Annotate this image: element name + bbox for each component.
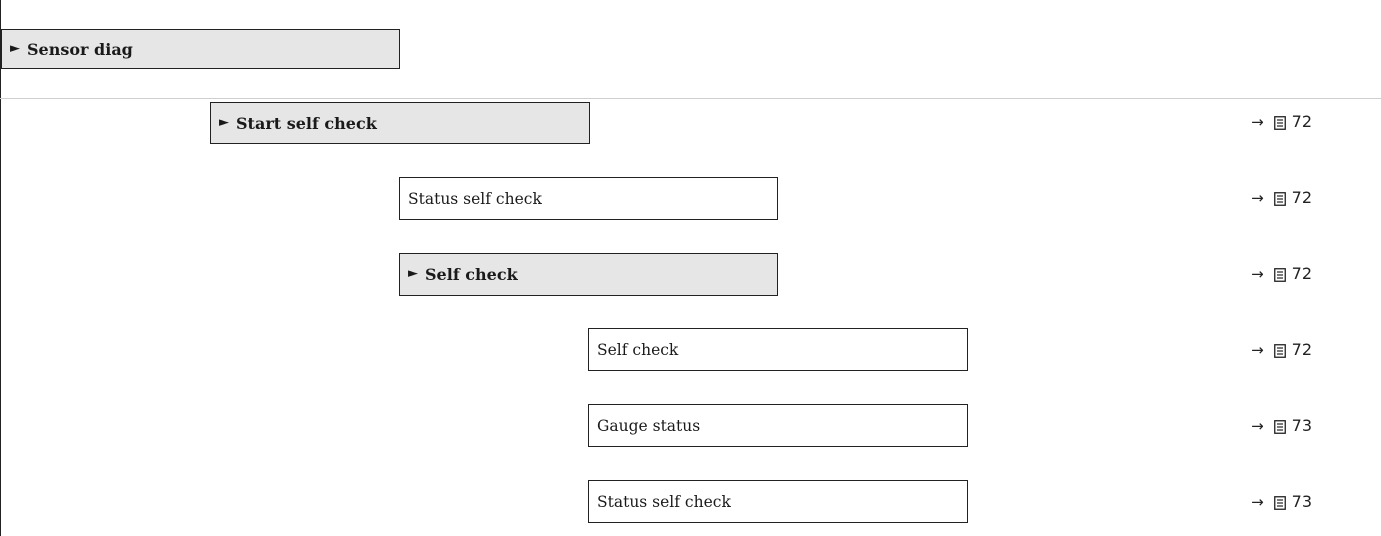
- param-gauge-status[interactable]: Gauge status: [588, 404, 968, 447]
- page-number: 72: [1291, 112, 1312, 131]
- page-number: 72: [1291, 340, 1312, 359]
- param-status-self-check[interactable]: Status self check: [399, 177, 778, 220]
- menu-sensor-diag[interactable]: ► Sensor diag: [1, 29, 400, 69]
- page-number: 73: [1291, 416, 1312, 435]
- right-arrow-icon: →: [1251, 188, 1264, 207]
- submenu-arrow-icon: ►: [408, 266, 418, 281]
- param-label: Status self check: [408, 189, 542, 208]
- page-reference[interactable]: → 72: [1251, 264, 1312, 283]
- book-icon: [1273, 267, 1286, 282]
- menu-label: Sensor diag: [27, 39, 133, 59]
- param-label: Self check: [597, 340, 679, 359]
- right-arrow-icon: →: [1251, 112, 1264, 131]
- book-icon: [1273, 343, 1286, 358]
- menu-start-self-check[interactable]: ► Start self check: [210, 102, 590, 144]
- right-arrow-icon: →: [1251, 416, 1264, 435]
- right-arrow-icon: →: [1251, 264, 1264, 283]
- submenu-arrow-icon: ►: [219, 114, 229, 130]
- param-label: Status self check: [597, 492, 731, 511]
- book-icon: [1273, 115, 1286, 130]
- page-reference[interactable]: → 72: [1251, 112, 1312, 131]
- param-self-check[interactable]: Self check: [588, 328, 968, 371]
- menu-label: Start self check: [236, 113, 377, 133]
- page-reference[interactable]: → 72: [1251, 340, 1312, 359]
- menu-label: Self check: [425, 265, 518, 284]
- param-status-self-check-nested[interactable]: Status self check: [588, 480, 968, 523]
- page-number: 73: [1291, 492, 1312, 511]
- right-arrow-icon: →: [1251, 340, 1264, 359]
- left-border: [0, 0, 1, 536]
- page-number: 72: [1291, 188, 1312, 207]
- page-reference[interactable]: → 72: [1251, 188, 1312, 207]
- book-icon: [1273, 419, 1286, 434]
- right-arrow-icon: →: [1251, 492, 1264, 511]
- page-number: 72: [1291, 264, 1312, 283]
- row-divider: [0, 98, 1381, 99]
- page-reference[interactable]: → 73: [1251, 416, 1312, 435]
- menu-self-check[interactable]: ► Self check: [399, 253, 778, 296]
- book-icon: [1273, 495, 1286, 510]
- page-reference[interactable]: → 73: [1251, 492, 1312, 511]
- book-icon: [1273, 191, 1286, 206]
- submenu-arrow-icon: ►: [10, 40, 20, 56]
- param-label: Gauge status: [597, 416, 701, 435]
